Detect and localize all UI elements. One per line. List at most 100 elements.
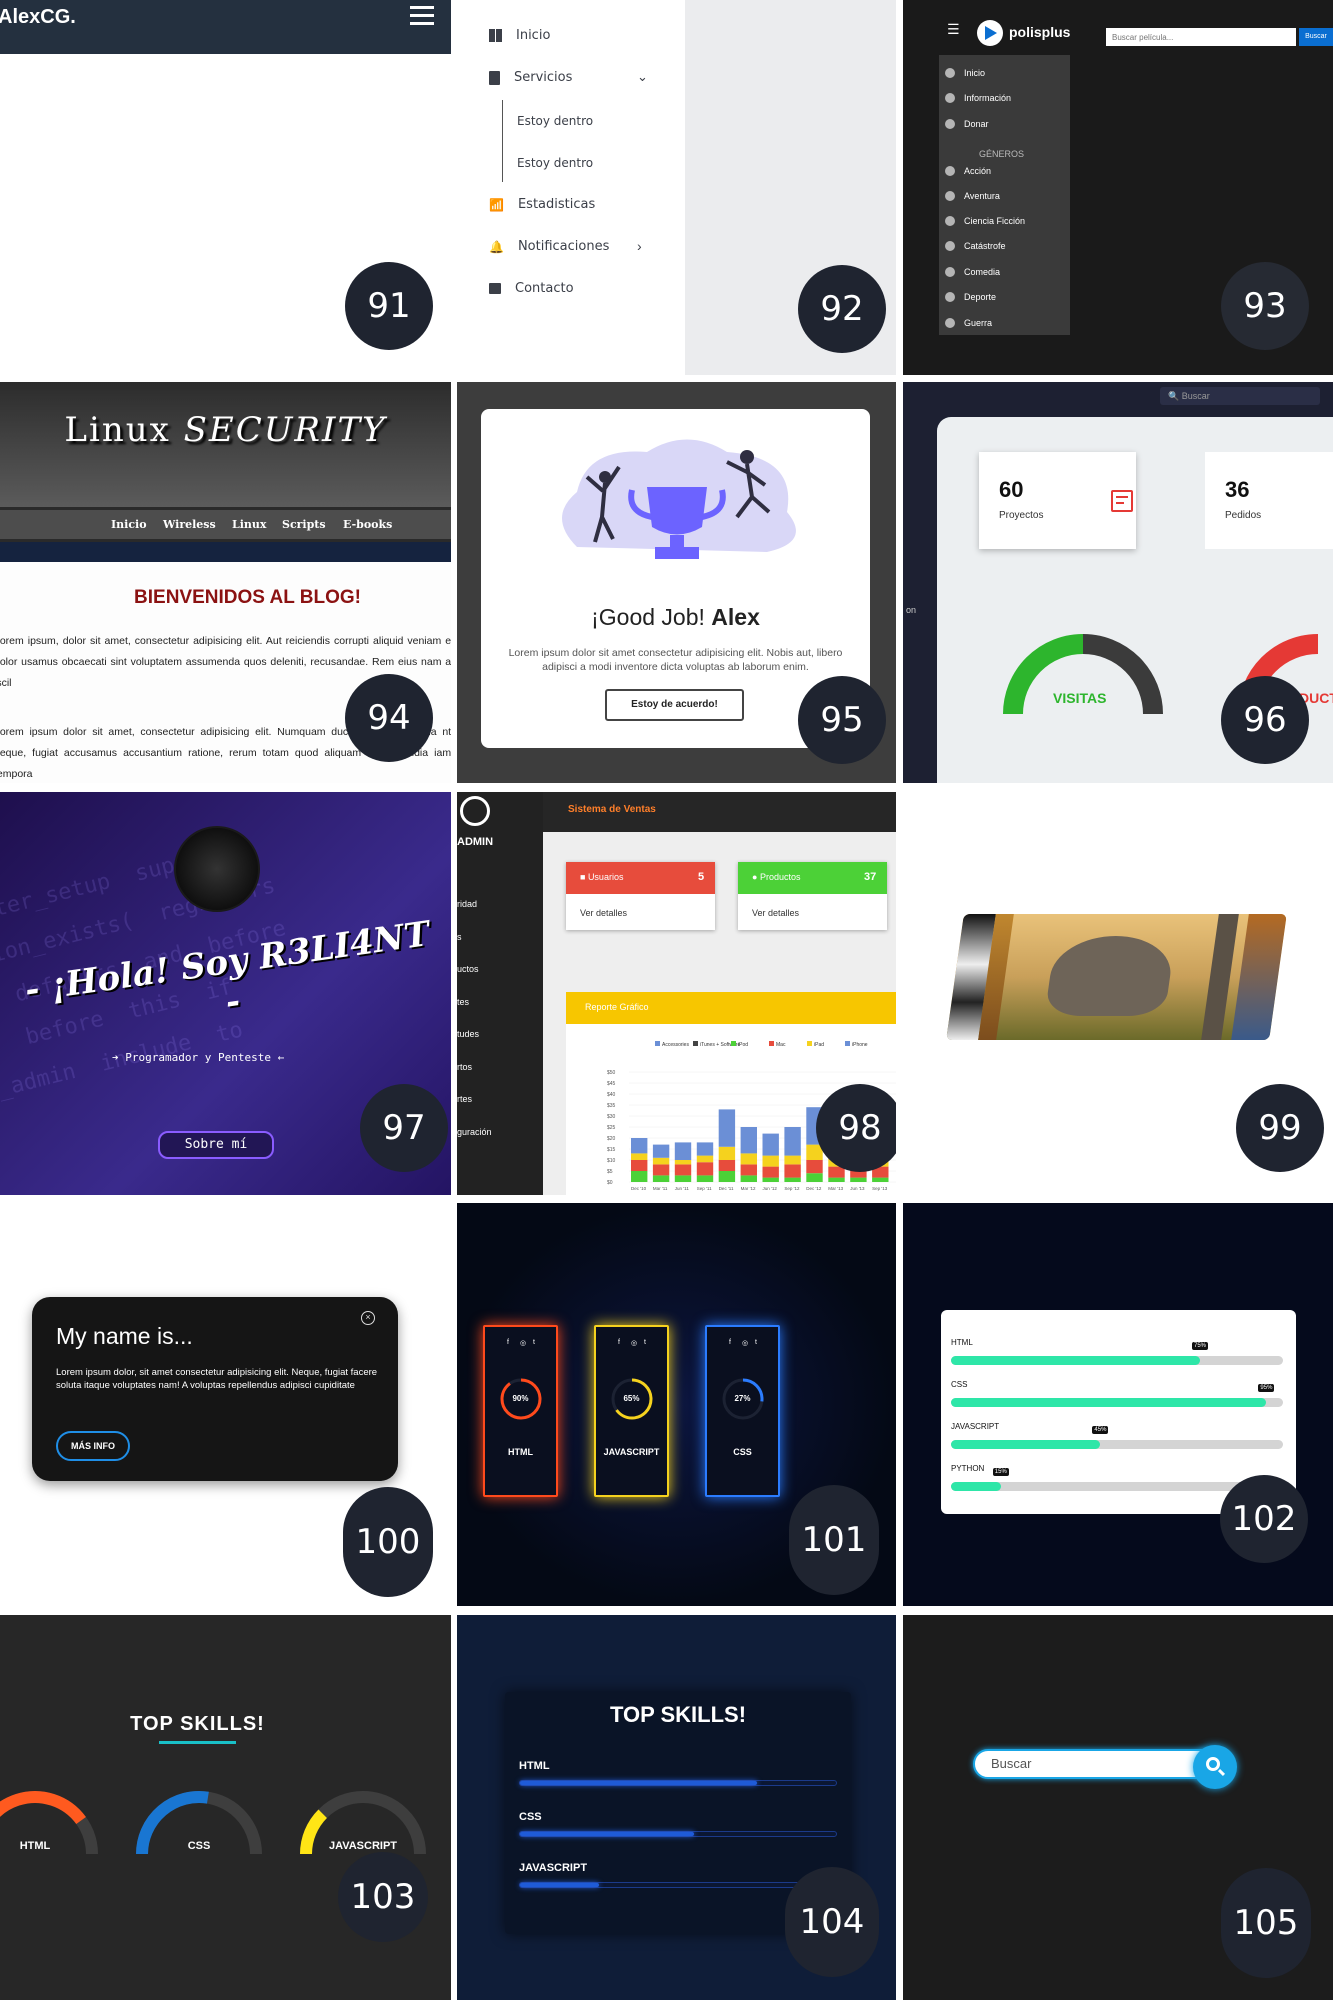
tile-93: ☰ polisplus Buscar Inicio Información Do… xyxy=(903,0,1333,375)
gauge-label: CSS xyxy=(187,1840,211,1852)
avatar[interactable] xyxy=(174,826,260,912)
menu-item-contacto[interactable]: Contacto xyxy=(489,281,574,296)
genre-item[interactable]: Comedia xyxy=(945,267,1000,277)
submenu-item-2[interactable]: Estoy dentro xyxy=(517,156,593,170)
details-link[interactable]: Ver detalles xyxy=(580,908,627,918)
card-title: My name is... xyxy=(56,1323,193,1349)
site-logo[interactable]: AlexCG. xyxy=(0,6,76,29)
chevron-down-icon[interactable]: ⌄ xyxy=(637,70,648,85)
bar-segment xyxy=(784,1127,801,1156)
details-link[interactable]: Ver detalles xyxy=(752,908,799,918)
social-icon[interactable]: ◎ xyxy=(742,1339,748,1347)
app-title: Sistema de Ventas xyxy=(568,804,656,815)
nav-link[interactable]: Linux xyxy=(232,518,266,531)
tile-number-badge: 102 xyxy=(1220,1475,1308,1563)
play-logo-icon[interactable] xyxy=(977,20,1003,46)
social-icon[interactable]: ◎ xyxy=(520,1339,526,1347)
social-icon[interactable]: f xyxy=(507,1339,509,1346)
genre-item[interactable]: Ciencia Ficción xyxy=(945,216,1025,226)
menu-item-notificaciones[interactable]: 🔔 Notificaciones xyxy=(489,239,609,254)
sidebar-item[interactable]: ridad xyxy=(457,888,492,921)
nav-link[interactable]: E-books xyxy=(343,518,392,531)
arrow-right-icon: ➔ xyxy=(112,1051,126,1064)
card-body: Lorem ipsum dolor, sit amet consectetur … xyxy=(56,1367,378,1391)
social-icon[interactable]: t xyxy=(755,1339,757,1346)
genre-item[interactable]: Deporte xyxy=(945,292,996,302)
menu-icon[interactable]: ☰ xyxy=(947,22,960,38)
chevron-right-icon[interactable]: › xyxy=(637,238,642,254)
close-icon[interactable]: × xyxy=(361,1311,375,1325)
skewed-image-gallery[interactable] xyxy=(946,914,1287,1040)
genre-item[interactable]: Guerra xyxy=(945,318,992,328)
sidebar-item[interactable]: tes xyxy=(457,986,492,1019)
menu-item-servicios[interactable]: Servicios xyxy=(489,70,572,85)
agree-button[interactable]: Estoy de acuerdo! xyxy=(605,689,744,721)
legend-item: iPhone xyxy=(845,1041,868,1048)
search-input[interactable] xyxy=(1106,28,1296,46)
menu-item-inicio[interactable]: Inicio xyxy=(489,28,550,43)
card-title: ● Productos xyxy=(752,872,801,882)
progress-track xyxy=(951,1398,1283,1407)
title-underline xyxy=(159,1741,236,1744)
x-tick-label: Dec '12 xyxy=(806,1186,822,1191)
bar-segment xyxy=(631,1138,648,1154)
menu-item-estadisticas[interactable]: 📶 Estadisticas xyxy=(489,197,595,212)
genre-item[interactable]: Catástrofe xyxy=(945,241,1006,251)
sidebar-item[interactable]: tudes xyxy=(457,1018,492,1051)
tile-number-badge: 91 xyxy=(345,262,433,350)
more-info-button[interactable]: MÁS INFO xyxy=(56,1431,130,1461)
bar-segment xyxy=(652,1144,670,1158)
genre-item[interactable]: Acción xyxy=(945,166,991,176)
nav-link[interactable]: Scripts xyxy=(282,518,326,531)
sidebar-item[interactable]: rtes xyxy=(457,1083,492,1116)
nav-link[interactable]: Wireless xyxy=(163,518,216,531)
sidebar-item[interactable]: uctos xyxy=(457,953,492,986)
bar-segment xyxy=(696,1175,714,1182)
sidebar-item[interactable]: s xyxy=(457,921,492,954)
percent-tooltip: 45% xyxy=(1092,1426,1109,1434)
search-button[interactable] xyxy=(1193,1745,1237,1789)
bar-segment xyxy=(674,1164,692,1176)
y-tick-label: $5 xyxy=(607,1169,613,1175)
sidebar-menu: ridad s uctos tes tudes rtos rtes guración xyxy=(457,888,492,1148)
tile-100: × My name is... Lorem ipsum dolor, sit a… xyxy=(0,1203,451,1606)
sidebar-item[interactable]: rtos xyxy=(457,1051,492,1084)
sidebar-item[interactable]: guración xyxy=(457,1116,492,1149)
bar-segment xyxy=(740,1175,757,1182)
tile-98: ADMIN Sistema de Ventas ridad s uctos tes tu… xyxy=(457,792,896,1195)
social-icon[interactable]: t xyxy=(644,1339,646,1346)
hamburger-menu-icon[interactable] xyxy=(410,6,434,26)
nav-item-donar[interactable]: Donar xyxy=(945,119,989,129)
blog-heading: BIENVENIDOS AL BLOG! xyxy=(134,587,361,608)
tile-99: 99 xyxy=(903,792,1333,1195)
social-icon[interactable]: f xyxy=(729,1339,731,1346)
skill-card[interactable]: f ◎ t 90% HTML xyxy=(483,1325,558,1497)
nav-item-informacion[interactable]: Información xyxy=(945,93,1011,103)
kpi-value: 60 xyxy=(999,477,1024,502)
bell-icon: 🔔 xyxy=(489,239,504,254)
gauge-label: JAVASCRIPT xyxy=(328,1840,398,1852)
document-icon xyxy=(489,70,500,85)
search-button[interactable]: Buscar xyxy=(1299,28,1333,46)
blog-nav: Inicio Wireless Linux Scripts E-books xyxy=(0,507,451,542)
admin-label: ADMIN xyxy=(457,836,494,848)
nav-item-inicio[interactable]: Inicio xyxy=(945,68,985,78)
genre-item[interactable]: Aventura xyxy=(945,191,1000,201)
submenu-item-1[interactable]: Estoy dentro xyxy=(517,114,593,128)
social-icon[interactable]: ◎ xyxy=(631,1339,637,1347)
nav-link[interactable]: Inicio xyxy=(111,518,147,531)
about-button[interactable]: Sobre mí xyxy=(158,1131,274,1159)
dollar-icon xyxy=(945,119,955,129)
skill-card[interactable]: f ◎ t 27% CSS xyxy=(705,1325,780,1497)
bar-segment xyxy=(674,1160,692,1165)
tutorial-grid: AlexCG. 91 Inicio Servicios ⌄ Estoy dent… xyxy=(0,0,1333,2000)
legend-item: Mac xyxy=(769,1041,786,1048)
skill-card[interactable]: f ◎ t 65% JAVASCRIPT xyxy=(594,1325,669,1497)
social-icon[interactable]: f xyxy=(618,1339,620,1346)
bar-segment xyxy=(718,1109,736,1147)
search-bar[interactable]: 🔍 Buscar xyxy=(1160,387,1320,405)
social-icon[interactable]: t xyxy=(533,1339,535,1346)
bar-segment xyxy=(631,1171,648,1182)
progress-fill xyxy=(520,1832,694,1836)
modal-body: Lorem ipsum dolor sit amet consectetur a… xyxy=(508,647,843,673)
